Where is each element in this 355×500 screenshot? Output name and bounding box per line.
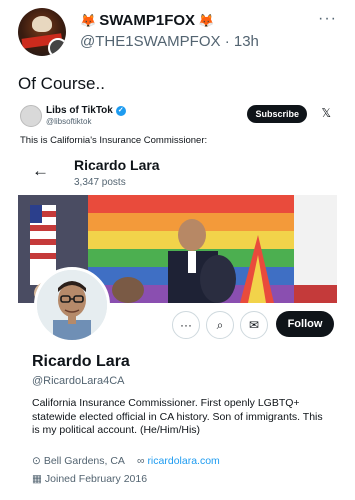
skull-graphic	[32, 16, 52, 32]
display-name[interactable]: 🦊 SWAMP1FOX 🦊	[80, 12, 214, 29]
quote-name-text: Libs of TikTok	[46, 105, 113, 116]
quote-avatar	[20, 105, 42, 127]
quoted-screenshot[interactable]: Libs of TikTok ✓ @libsoftiktok Subscribe…	[18, 95, 337, 500]
fox-icon: 🦊	[80, 12, 97, 28]
profile-header-name: Ricardo Lara	[74, 157, 160, 173]
website: ∞ ricardolara.com	[137, 455, 220, 467]
profile-avatar	[34, 267, 110, 343]
quote-text: This is California's Insurance Commissio…	[20, 135, 208, 146]
handle-line: @THE1SWAMPFOX · 13h	[80, 33, 259, 50]
more-options-icon[interactable]: ···	[318, 10, 337, 28]
joined-date: ▦ Joined February 2016	[32, 473, 147, 485]
location-pin-icon: ⊙	[32, 455, 41, 467]
search-icon: ⌕	[206, 311, 234, 339]
profile-card: ← Ricardo Lara 3,347 posts ··· ⌕ ✉ Follo…	[18, 151, 337, 500]
display-name-text: SWAMP1FOX	[99, 12, 196, 29]
separator: ·	[224, 33, 230, 50]
post-time[interactable]: 13h	[234, 33, 259, 50]
verified-icon: ✓	[115, 105, 126, 116]
location: ⊙ Bell Gardens, CA	[32, 455, 125, 467]
calendar-icon: ▦	[32, 473, 42, 485]
post-text: Of Course..	[18, 74, 105, 93]
link-icon: ∞	[136, 455, 145, 467]
profile-bio: California Insurance Commissioner. First…	[32, 397, 323, 436]
x-logo-icon: 𝕏	[321, 106, 331, 120]
user-avatar[interactable]	[18, 8, 66, 56]
quote-handle: @libsoftiktok	[46, 117, 92, 126]
fox-icon: 🦊	[198, 12, 215, 28]
profile-post-count: 3,347 posts	[74, 177, 126, 188]
profile-meta: ⊙ Bell Gardens, CA ∞ ricardolara.com	[32, 455, 220, 467]
back-arrow-icon: ←	[32, 161, 49, 180]
subscribe-button: Subscribe	[247, 105, 307, 123]
website-link: ricardolara.com	[147, 455, 220, 467]
more-actions-icon: ···	[172, 311, 200, 339]
profile-photo	[37, 270, 107, 340]
user-handle[interactable]: @THE1SWAMPFOX	[80, 33, 221, 50]
message-icon: ✉	[240, 311, 268, 339]
follow-button: Follow	[276, 311, 334, 337]
quote-name: Libs of TikTok ✓	[46, 105, 126, 116]
avatar-badge	[48, 38, 66, 56]
joined-text: Joined February 2016	[44, 473, 148, 485]
profile-handle: @RicardoLara4CA	[32, 375, 125, 387]
tweet: 🦊 SWAMP1FOX 🦊 @THE1SWAMPFOX · 13h ··· Of…	[0, 0, 355, 500]
quote-header: Libs of TikTok ✓ @libsoftiktok Subscribe…	[18, 101, 337, 127]
profile-name: Ricardo Lara	[32, 353, 130, 370]
location-text: Bell Gardens, CA	[43, 455, 125, 467]
